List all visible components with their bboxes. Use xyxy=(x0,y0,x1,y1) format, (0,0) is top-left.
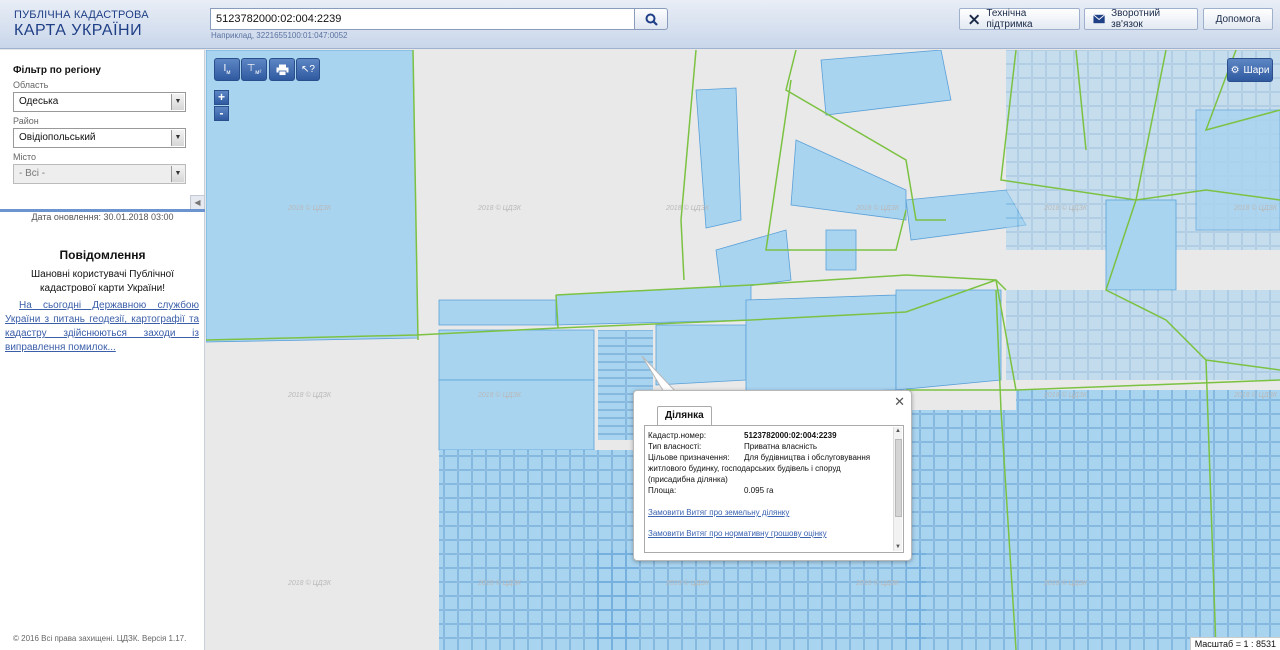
collapse-sidebar-button[interactable]: ◀ xyxy=(190,195,205,210)
watermark: 2018 © ЦДЗК xyxy=(478,205,522,212)
order-valuation-link[interactable]: Замовити Витяг про нормативну грошову оц… xyxy=(648,529,827,538)
scale-indicator: Масштаб = 1 : 8531 xyxy=(1189,637,1280,650)
ownership-label: Тип власності: xyxy=(648,442,702,451)
search-icon xyxy=(645,13,658,26)
watermark: 2018 © ЦДЗК xyxy=(1044,205,1088,212)
oblast-select[interactable]: Одеська ▼ xyxy=(13,92,186,112)
close-icon[interactable]: ✕ xyxy=(894,394,905,410)
support-button[interactable]: Технічна підтримка xyxy=(959,8,1080,30)
map-area[interactable]: 2018 © ЦДЗК 2018 © ЦДЗК 2018 © ЦДЗК 2018… xyxy=(206,50,1280,650)
chevron-down-icon: ▼ xyxy=(171,94,184,110)
cursor-question-icon: ↖? xyxy=(301,64,315,75)
watermark: 2018 © ЦДЗК xyxy=(1044,580,1088,587)
feedback-label: Зворотний зв'язок xyxy=(1111,8,1161,30)
feedback-button[interactable]: Зворотний зв'язок xyxy=(1084,8,1198,30)
watermark: 2018 © ЦДЗК xyxy=(478,392,522,399)
popup-scrollbar[interactable]: ▲ ▼ xyxy=(893,427,902,551)
sidebar: Фільтр по регіону Область Одеська ▼ Райо… xyxy=(0,50,205,650)
layers-label: Шари xyxy=(1243,64,1270,76)
chevron-down-icon: ▼ xyxy=(171,166,184,182)
watermark: 2018 © ЦДЗК xyxy=(1234,392,1278,399)
zoom-out-button[interactable]: - xyxy=(214,106,229,121)
copyright: © 2016 Всі права захищені. ЦДЗК. Версія … xyxy=(13,634,187,643)
oblast-value: Одеська xyxy=(19,96,59,107)
misto-select[interactable]: - Всі - ▼ xyxy=(13,164,186,184)
print-button[interactable] xyxy=(269,58,295,81)
filter-title: Фільтр по регіону xyxy=(13,65,101,76)
rayon-label: Район xyxy=(13,116,39,126)
watermark: 2018 © ЦДЗК xyxy=(1234,205,1278,212)
logo[interactable]: ПУБЛІЧНА КАДАСТРОВА КАРТА УКРАЇНИ xyxy=(14,10,149,39)
envelope-icon xyxy=(1093,14,1105,24)
logo-line1: ПУБЛІЧНА КАДАСТРОВА xyxy=(14,9,149,21)
update-date: Дата оновлення: 30.01.2018 03:00 xyxy=(31,212,174,222)
misto-label: Місто xyxy=(13,152,37,162)
tab-parcel[interactable]: Ділянка xyxy=(657,406,712,425)
rayon-value: Овідіопольський xyxy=(19,132,96,143)
cadastral-search-input[interactable] xyxy=(210,8,635,30)
scroll-up-icon[interactable]: ▲ xyxy=(895,428,901,434)
watermark: 2018 © ЦДЗК xyxy=(478,580,522,587)
watermark: 2018 © ЦДЗК xyxy=(666,580,710,587)
help-button[interactable]: Допомога xyxy=(1203,8,1273,30)
news-title: Повідомлення xyxy=(59,248,146,262)
parcel-details: Кадастр.номер: 5123782000:02:004:2239 Ти… xyxy=(644,425,904,553)
watermark: 2018 © ЦДЗК xyxy=(666,205,710,212)
measure-area-button[interactable]: ⊤м² xyxy=(241,58,267,81)
chevron-down-icon: ▼ xyxy=(171,130,184,146)
search-example: Наприклад, 3221655100:01:047:0052 xyxy=(211,31,348,40)
watermark: 2018 © ЦДЗК xyxy=(288,580,332,587)
watermark: 2018 © ЦДЗК xyxy=(288,392,332,399)
ruler-icon: Iм xyxy=(223,63,231,76)
printer-icon xyxy=(276,64,288,76)
zoom-in-button[interactable]: + xyxy=(214,90,229,105)
misto-value: - Всі - xyxy=(19,168,46,179)
rayon-select[interactable]: Овідіопольський ▼ xyxy=(13,128,186,148)
area-value: 0.095 га xyxy=(744,486,774,495)
help-label: Допомога xyxy=(1215,13,1261,25)
watermark: 2018 © ЦДЗК xyxy=(288,205,332,212)
scroll-thumb[interactable] xyxy=(895,439,902,517)
parcel-info-popup: ✕ Ділянка Кадастр.номер: 5123782000:02:0… xyxy=(633,390,912,561)
identify-button[interactable]: ↖? xyxy=(296,58,320,81)
purpose-value-3: (присадибна ділянка) xyxy=(648,475,728,484)
tools-icon xyxy=(969,14,980,24)
cadastral-value: 5123782000:02:004:2239 xyxy=(744,431,837,440)
watermark: 2018 © ЦДЗК xyxy=(856,580,900,587)
area-label: Площа: xyxy=(648,486,677,495)
layers-button[interactable]: ⚙ Шари xyxy=(1227,58,1273,82)
search-button[interactable] xyxy=(634,8,668,30)
chevron-left-icon: ◀ xyxy=(194,198,201,207)
oblast-label: Область xyxy=(13,80,49,90)
purpose-value-2: житлового будинку, господарських будівел… xyxy=(648,464,841,473)
support-label: Технічна підтримка xyxy=(986,8,1033,30)
area-icon: ⊤м² xyxy=(246,63,262,76)
watermark: 2018 © ЦДЗК xyxy=(1044,392,1088,399)
purpose-value-1: Для будівництва і обслуговування xyxy=(744,453,871,462)
purpose-label: Цільове призначення: xyxy=(648,453,730,462)
scroll-down-icon[interactable]: ▼ xyxy=(895,544,901,550)
news-greeting: Шановні користувачі Публічної кадастрово… xyxy=(31,269,174,294)
header: ПУБЛІЧНА КАДАСТРОВА КАРТА УКРАЇНИ Наприк… xyxy=(0,0,1280,49)
logo-line2: КАРТА УКРАЇНИ xyxy=(14,22,143,39)
ownership-value: Приватна власність xyxy=(744,442,818,451)
measure-distance-button[interactable]: Iм xyxy=(214,58,240,81)
order-extract-link[interactable]: Замовити Витяг про земельну ділянку xyxy=(648,508,789,517)
news-link[interactable]: На сьогодні Державною службою України з … xyxy=(5,299,199,355)
gear-icon: ⚙ xyxy=(1230,64,1240,76)
watermark: 2018 © ЦДЗК xyxy=(856,205,900,212)
cadastral-label: Кадастр.номер: xyxy=(648,431,707,440)
